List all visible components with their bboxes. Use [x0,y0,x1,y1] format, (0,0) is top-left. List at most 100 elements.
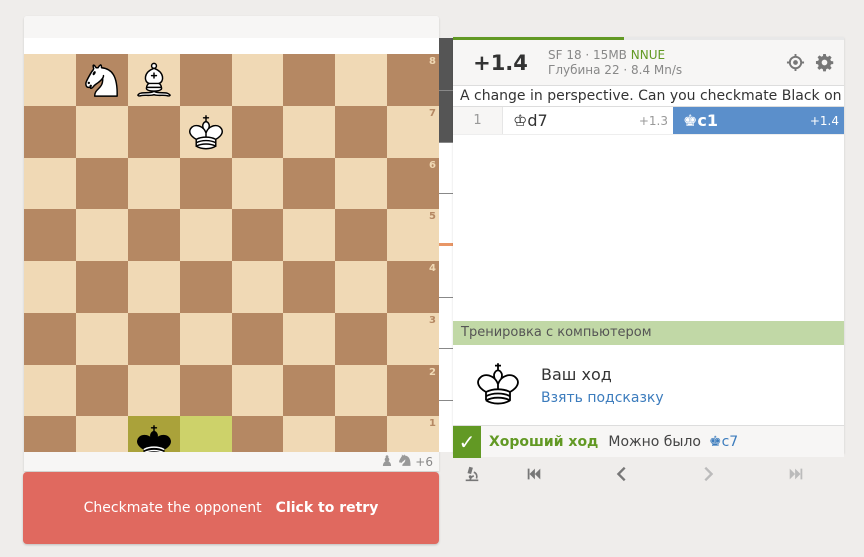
next-move-icon[interactable] [697,463,719,485]
black-king-icon [471,356,525,414]
microscope-icon[interactable] [461,463,483,485]
square-h4[interactable]: 4 [387,261,439,313]
engine-info: SF 18 · 15MB NNUE Глубина 22 · 8.4 Mn/s [548,48,682,78]
material-diff: +6 [24,452,439,471]
square-d5[interactable] [179,209,232,261]
material-diff-value: +6 [415,454,433,469]
square-h3[interactable]: 3 [387,312,439,365]
square-c6[interactable] [127,157,180,210]
move-white-eval: +1.3 [638,113,668,128]
rank-label: 7 [429,107,436,119]
square-d4[interactable] [179,261,232,313]
chessboard[interactable]: 8765432abcdefg1h [24,54,439,471]
square-g8[interactable] [335,54,388,106]
knight-icon [397,452,413,471]
square-h5[interactable]: 5 [387,209,439,261]
rank-label: 4 [429,263,436,274]
square-a3[interactable] [24,312,76,365]
square-g7[interactable] [335,105,388,158]
square-a8[interactable] [24,54,76,106]
square-f7[interactable] [283,105,336,158]
white-knight-piece[interactable] [76,54,128,106]
square-b4[interactable] [75,261,128,313]
pawn-icon [379,452,395,471]
square-b8[interactable] [75,54,128,106]
square-a4[interactable] [24,261,76,313]
square-e7[interactable] [231,105,284,158]
square-g4[interactable] [335,261,388,313]
crosshair-icon[interactable] [786,53,805,76]
square-f3[interactable] [283,312,336,365]
square-b5[interactable] [75,209,128,261]
square-h8[interactable]: 8 [387,54,439,106]
hint-link[interactable]: Взять подсказку [541,390,664,406]
square-g6[interactable] [335,157,388,210]
engine-depth: Глубина 22 · 8.4 Mn/s [548,62,683,77]
square-c8[interactable] [127,54,180,106]
square-b7[interactable] [75,105,128,158]
square-d2[interactable] [179,364,232,417]
move-black-eval: +1.4 [809,113,839,128]
square-c5[interactable] [127,209,180,261]
square-d8[interactable] [179,54,232,106]
square-g2[interactable] [335,364,388,417]
square-g3[interactable] [335,312,388,365]
square-f4[interactable] [283,261,336,313]
square-h6[interactable]: 6 [387,157,439,210]
feedback-good: Хороший ход [489,433,599,450]
rank-label: 1 [429,418,436,430]
square-b6[interactable] [75,157,128,210]
square-d6[interactable] [179,157,232,210]
square-e4[interactable] [231,261,284,313]
square-e8[interactable] [231,54,284,106]
square-e6[interactable] [231,157,284,210]
move-white-san: ♔d7 [513,111,548,130]
rank-label: 2 [429,366,436,378]
feedback-alt-move[interactable]: ♚c7 [709,434,738,450]
white-bishop-piece[interactable] [128,54,180,106]
square-e2[interactable] [231,364,284,417]
square-f5[interactable] [283,209,336,261]
square-d7[interactable] [179,105,232,158]
move-index: 1 [453,107,503,134]
move-black-san: ♚c1 [683,111,718,130]
square-f2[interactable] [283,364,336,417]
board-container: 8765432abcdefg1h [24,16,439,471]
engine-name: SF 18 · 15MB [548,47,627,62]
eval-score: +1.4 [473,50,528,75]
training-header: Тренировка с компьютером [453,321,844,345]
pv-line[interactable]: A change in perspective. Can you checkma… [453,85,844,107]
square-c3[interactable] [127,312,180,365]
retry-banner[interactable]: Checkmate the opponent Click to retry [23,472,439,544]
engine-eval: +1.4 SF 18 · 15MB NNUE Глубина 22 · 8.4 … [453,37,844,85]
square-c2[interactable] [127,364,180,417]
square-a5[interactable] [24,209,76,261]
square-b3[interactable] [75,312,128,365]
square-b2[interactable] [75,364,128,417]
prev-move-icon[interactable] [611,463,633,485]
square-h7[interactable]: 7 [387,105,439,158]
check-icon: ✓ [453,425,481,458]
square-e3[interactable] [231,312,284,365]
move-feedback: ✓ Хороший ход Можно было ♚c7 [453,425,844,458]
square-e5[interactable] [231,209,284,261]
square-d3[interactable] [179,312,232,365]
move-black[interactable]: ♚c1 +1.4 [673,107,844,134]
square-c7[interactable] [127,105,180,158]
square-a7[interactable] [24,105,76,158]
square-f8[interactable] [283,54,336,106]
analysis-controls [453,455,844,491]
last-move-icon[interactable] [785,463,807,485]
retry-button[interactable]: Click to retry [276,500,379,516]
square-g5[interactable] [335,209,388,261]
square-h2[interactable]: 2 [387,364,439,417]
square-a2[interactable] [24,364,76,417]
square-c4[interactable] [127,261,180,313]
move-list: 1 ♔d7 +1.3 ♚c1 +1.4 [453,107,844,135]
first-move-icon[interactable] [523,463,545,485]
square-f6[interactable] [283,157,336,210]
white-king-piece[interactable] [180,106,232,158]
square-a6[interactable] [24,157,76,210]
move-white[interactable]: ♔d7 +1.3 [503,107,673,134]
gear-icon[interactable] [815,53,834,76]
